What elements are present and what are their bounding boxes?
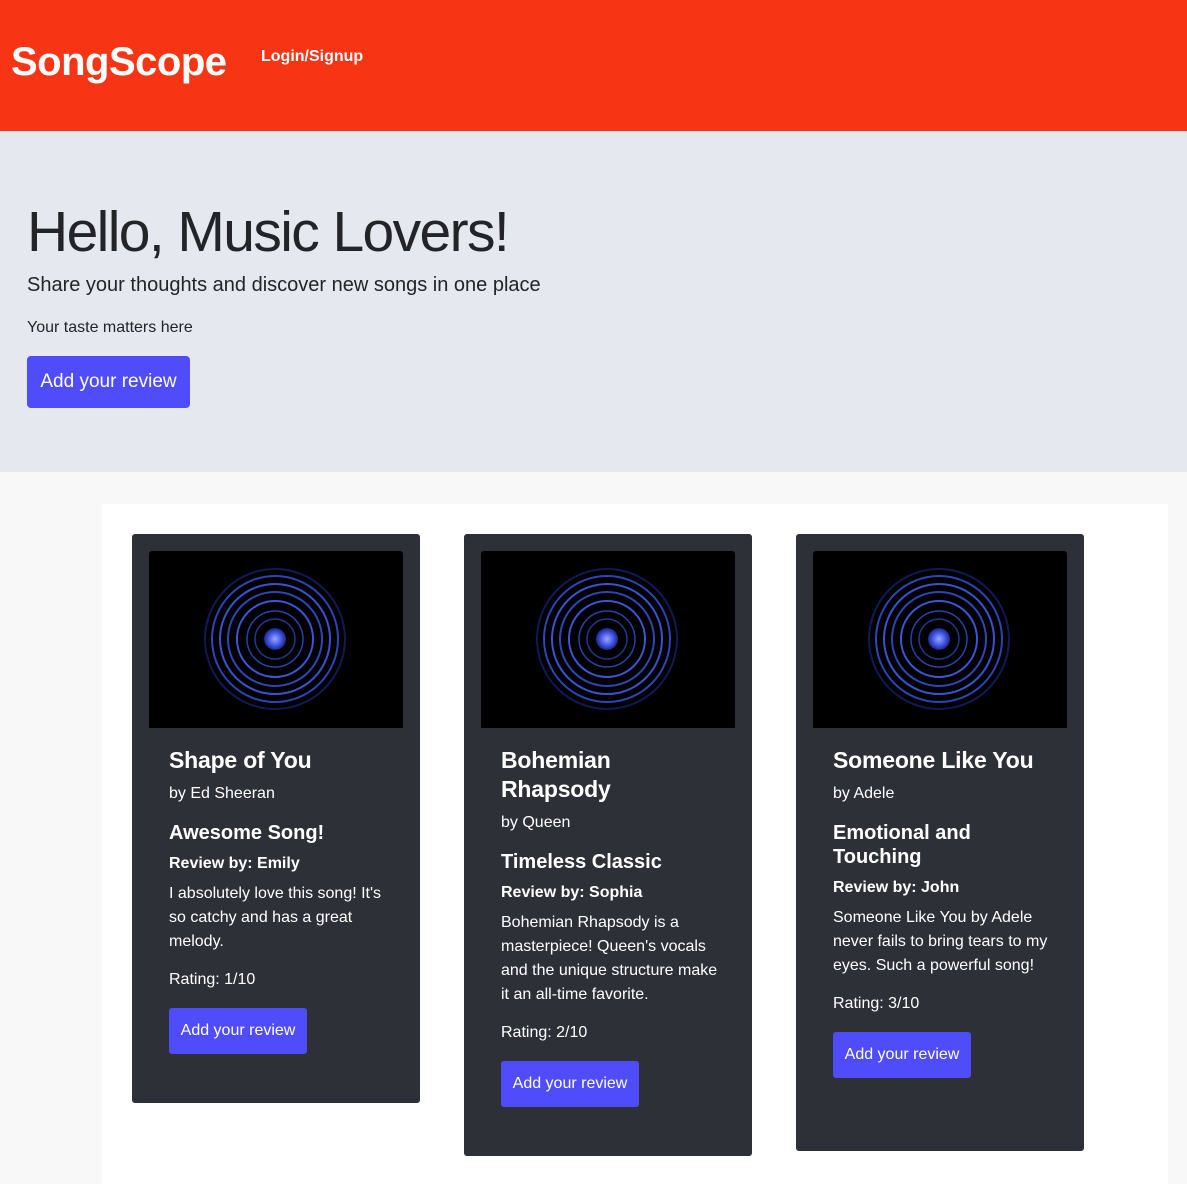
reviewer-name: Review by: John [833,879,960,896]
review-card: Someone Like You by Adele Emotional and … [796,534,1084,1151]
reviews-container: Shape of You by Ed Sheeran Awesome Song!… [102,504,1168,1184]
review-title: Emotional and Touching [833,822,971,868]
song-artist: by Adele [833,785,895,802]
review-title: Awesome Song! [169,822,325,844]
rating: Rating: 1/10 [169,971,256,988]
login-signup-link[interactable]: Login/Signup [261,47,363,67]
song-title: Bohemian Rhapsody [501,747,611,802]
review-text: Bohemian Rhapsody is a masterpiece! Quee… [501,914,718,1003]
hero-jumbotron: Hello, Music Lovers! Share your thoughts… [0,131,1187,472]
song-title: Shape of You [169,747,312,773]
review-card: Shape of You by Ed Sheeran Awesome Song!… [132,534,420,1103]
hero-tagline: Your taste matters here [27,319,193,336]
hero-subtitle: Share your thoughts and discover new son… [27,274,541,296]
rating: Rating: 2/10 [501,1024,588,1041]
reviewer-name: Review by: Emily [169,855,300,872]
hero-add-review-button[interactable]: Add your review [27,356,190,408]
top-navbar: SongScope Login/Signup [0,0,1187,131]
card-body: Bohemian Rhapsody by Queen Timeless Clas… [501,746,723,1107]
card-add-review-button[interactable]: Add your review [833,1032,971,1078]
card-add-review-button[interactable]: Add your review [169,1008,307,1054]
vinyl-rings-image [481,551,735,728]
review-text: I absolutely love this song! It's so cat… [169,885,382,950]
vinyl-rings-image [813,551,1067,728]
hero-title: Hello, Music Lovers! [27,200,510,264]
vinyl-rings-image [149,551,403,728]
song-title: Someone Like You [833,747,1034,773]
review-title: Timeless Classic [501,851,662,873]
card-body: Someone Like You by Adele Emotional and … [833,746,1055,1078]
review-text: Someone Like You by Adele never fails to… [833,909,1048,974]
brand-logo-link[interactable]: SongScope [11,38,227,86]
song-artist: by Queen [501,814,571,831]
reviewer-name: Review by: Sophia [501,884,643,901]
card-add-review-button[interactable]: Add your review [501,1061,639,1107]
review-card: Bohemian Rhapsody by Queen Timeless Clas… [464,534,752,1156]
card-body: Shape of You by Ed Sheeran Awesome Song!… [169,746,391,1054]
song-artist: by Ed Sheeran [169,785,275,802]
rating: Rating: 3/10 [833,995,920,1012]
